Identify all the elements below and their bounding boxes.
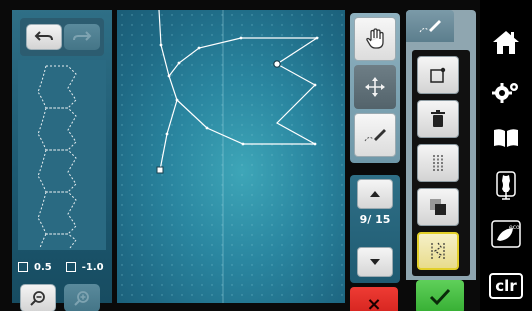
- eco-label: eco: [509, 224, 520, 231]
- page-navigator: 9/ 15: [350, 175, 400, 283]
- clear-label: clr: [489, 273, 523, 299]
- page-up-button[interactable]: [357, 179, 393, 209]
- cancel-button[interactable]: ×: [350, 287, 398, 311]
- stitch-tab[interactable]: [406, 10, 454, 42]
- zoom-out-icon: [30, 291, 45, 306]
- triple-stitch-icon: [433, 155, 443, 171]
- move-button[interactable]: [354, 65, 396, 109]
- insert-point-icon: [430, 67, 446, 83]
- zoom-in-icon: [74, 291, 89, 306]
- selected-point[interactable]: [273, 60, 281, 68]
- height-value: -1.0: [81, 261, 104, 273]
- manual-button[interactable]: [486, 118, 526, 158]
- triple-stitch-button[interactable]: [417, 144, 459, 182]
- clear-button[interactable]: clr: [486, 266, 526, 306]
- undo-redo-bar: [20, 18, 104, 56]
- mannequin-icon: [496, 171, 516, 200]
- zoom-bar: [20, 280, 104, 311]
- tool-column: 9/ 15 ×: [348, 10, 404, 311]
- home-button[interactable]: [486, 22, 526, 62]
- width-icon: [18, 262, 28, 272]
- stitch-panel: [406, 10, 476, 311]
- draw-stitch-button[interactable]: [354, 113, 396, 157]
- stitch-preview: [18, 60, 106, 250]
- undo-button[interactable]: [26, 24, 62, 50]
- duplicate-icon: [430, 199, 446, 215]
- left-panel: 0.5 -1.0: [12, 10, 112, 311]
- tutorial-button[interactable]: [486, 166, 526, 206]
- stitch-options-list: [412, 50, 470, 276]
- height-icon: [65, 262, 76, 272]
- page-counter: 9/ 15: [359, 213, 391, 226]
- stitch-type-icon: [431, 242, 445, 260]
- settings-button[interactable]: [486, 72, 526, 112]
- close-icon: ×: [366, 293, 382, 311]
- page-down-button[interactable]: [357, 247, 393, 277]
- eco-leaf-icon: eco: [491, 220, 521, 248]
- redo-button[interactable]: [64, 24, 100, 50]
- width-value: 0.5: [34, 261, 52, 273]
- hand-icon: [366, 28, 384, 49]
- dimension-readout: 0.5 -1.0: [18, 256, 106, 278]
- confirm-button[interactable]: [416, 280, 464, 311]
- checkmark-icon: [429, 288, 451, 306]
- home-icon: [493, 31, 519, 54]
- book-icon: [494, 129, 518, 147]
- delete-button[interactable]: [417, 100, 459, 138]
- trash-icon: [431, 110, 445, 127]
- undo-icon: [34, 31, 53, 41]
- zoom-out-button[interactable]: [20, 284, 56, 311]
- insert-point-button[interactable]: [417, 56, 459, 94]
- duplicate-button[interactable]: [417, 188, 459, 226]
- arrow-up-icon: [370, 191, 380, 197]
- stitch-pen-icon: [364, 129, 386, 142]
- redo-icon: [73, 31, 92, 41]
- editing-canvas[interactable]: [117, 10, 345, 303]
- arrow-down-icon: [370, 259, 380, 265]
- eco-button[interactable]: eco: [486, 214, 526, 254]
- side-nav: eco clr: [480, 0, 532, 311]
- pan-button[interactable]: [354, 17, 396, 61]
- embroidery-editor-screen: 0.5 -1.0 9/ 15 × eco clr: [0, 0, 532, 311]
- gear-icon: [492, 83, 518, 103]
- edit-mode-group: [350, 13, 400, 163]
- stitch-pen-icon: [419, 20, 441, 33]
- move-arrows-icon: [365, 77, 385, 97]
- zoom-in-button[interactable]: [64, 284, 100, 311]
- stitch-options-panel: [406, 42, 476, 280]
- end-point-handle[interactable]: [156, 166, 164, 174]
- stitch-type-button[interactable]: [417, 232, 459, 270]
